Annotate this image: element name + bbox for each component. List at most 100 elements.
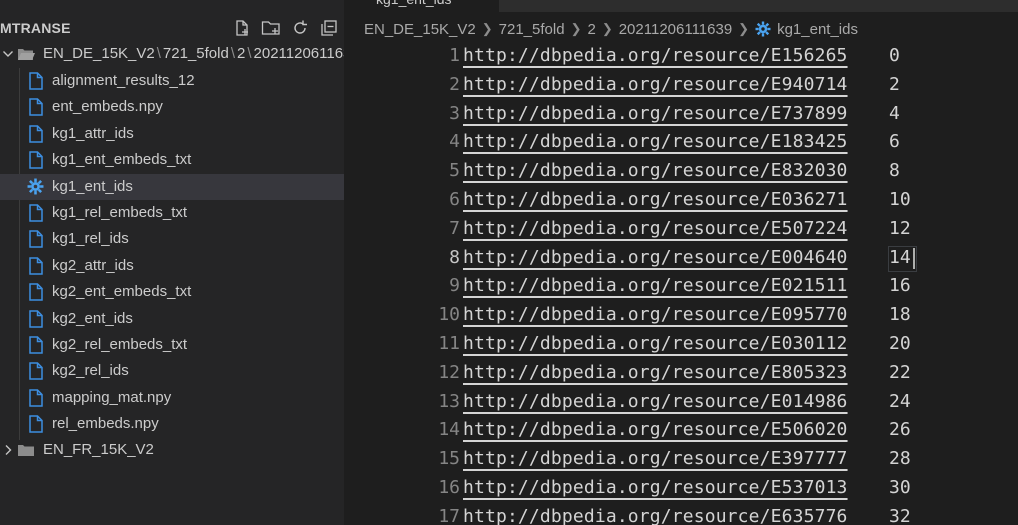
chevron-right-icon: ❯: [570, 21, 582, 36]
entity-id: 26: [889, 419, 911, 441]
text-cursor: [913, 247, 915, 269]
code-area[interactable]: 1 http://dbpedia.org/resource/E156265 0 2 ht…: [344, 41, 1018, 525]
tab-kg1-ent-ids[interactable]: kg1_ent_ids: [344, 0, 499, 12]
entity-id: 8: [889, 160, 900, 182]
file-name: alignment_results_12: [52, 72, 195, 89]
new-file-icon[interactable]: [232, 18, 252, 38]
code-line[interactable]: 12 http://dbpedia.org/resource/E805323 22: [344, 358, 1018, 387]
folder-row-en-de-15k-v2[interactable]: EN_DE_15K_V2\721_5fold\2\2021120611639..…: [0, 41, 344, 67]
path-sep: \: [230, 45, 235, 62]
code-line[interactable]: 6 http://dbpedia.org/resource/E036271 10: [344, 185, 1018, 214]
file-row[interactable]: rel_embeds.npy: [0, 411, 344, 437]
entity-id: 14: [889, 246, 911, 268]
entity-id: 30: [889, 476, 911, 498]
resource-link[interactable]: http://dbpedia.org/resource/E805323: [463, 362, 848, 383]
line-number: 13: [438, 390, 460, 412]
code-line[interactable]: 11 http://dbpedia.org/resource/E030112 20: [344, 329, 1018, 358]
file-row[interactable]: kg1_attr_ids: [0, 121, 344, 147]
code-line[interactable]: 1 http://dbpedia.org/resource/E156265 0: [344, 41, 1018, 70]
file-row[interactable]: ent_embeds.npy: [0, 94, 344, 120]
file-icon: [29, 257, 43, 275]
resource-link[interactable]: http://dbpedia.org/resource/E156265: [463, 45, 848, 66]
folder-name: EN_DE_15K_V2: [43, 45, 155, 62]
code-line[interactable]: 10 http://dbpedia.org/resource/E095770 18: [344, 300, 1018, 329]
line-number: 9: [449, 275, 460, 297]
folder-row-en-fr-15k-v2[interactable]: EN_FR_15K_V2: [0, 437, 344, 463]
resource-link[interactable]: http://dbpedia.org/resource/E506020: [463, 419, 848, 440]
file-icon: [29, 336, 43, 354]
file-row[interactable]: kg1_rel_ids: [0, 226, 344, 252]
code-line[interactable]: 3 http://dbpedia.org/resource/E737899 4: [344, 99, 1018, 128]
refresh-icon[interactable]: [290, 18, 310, 38]
breadcrumb-item[interactable]: 20211206111639: [619, 21, 732, 38]
path-sep: \: [156, 45, 161, 62]
breadcrumb-item[interactable]: kg1_ent_ids: [777, 21, 858, 38]
line-number: 3: [449, 102, 460, 124]
file-row[interactable]: kg2_rel_ids: [0, 358, 344, 384]
breadcrumb-item[interactable]: 2: [587, 21, 595, 38]
file-row[interactable]: kg1_rel_embeds_txt: [0, 200, 344, 226]
collapse-all-icon[interactable]: [319, 18, 339, 38]
file-row[interactable]: alignment_results_12: [0, 68, 344, 94]
new-folder-icon[interactable]: [261, 18, 281, 38]
file-icon: [29, 204, 43, 222]
entity-id: 28: [889, 448, 911, 470]
file-icon: [29, 230, 43, 249]
entity-id: 16: [889, 275, 911, 297]
code-line[interactable]: 2 http://dbpedia.org/resource/E940714 2: [344, 70, 1018, 99]
resource-link[interactable]: http://dbpedia.org/resource/E940714: [463, 74, 848, 95]
entity-id: 12: [889, 217, 911, 239]
code-line[interactable]: 17 http://dbpedia.org/resource/E635776 32: [344, 502, 1018, 525]
file-name: kg2_rel_ids: [52, 362, 129, 380]
resource-link[interactable]: http://dbpedia.org/resource/E030112: [463, 333, 848, 354]
breadcrumb: EN_DE_15K_V2 ❯ 721_5fold ❯ 2 ❯ 202112061…: [364, 18, 858, 40]
resource-link[interactable]: http://dbpedia.org/resource/E397777: [463, 448, 848, 469]
resource-link[interactable]: http://dbpedia.org/resource/E014986: [463, 391, 848, 412]
line-number: 8: [449, 246, 460, 268]
resource-link[interactable]: http://dbpedia.org/resource/E021511: [463, 275, 848, 296]
file-name: kg1_rel_ids: [52, 230, 129, 248]
resource-link[interactable]: http://dbpedia.org/resource/E537013: [463, 477, 848, 498]
file-row[interactable]: mapping_mat.npy: [0, 385, 344, 411]
folder-icon: [18, 445, 34, 456]
line-number: 12: [438, 361, 460, 383]
resource-link[interactable]: http://dbpedia.org/resource/E095770: [463, 304, 848, 325]
chevron-right-icon: ❯: [601, 21, 613, 36]
file-row[interactable]: kg1_ent_embeds_txt: [0, 147, 344, 173]
code-line[interactable]: 13 http://dbpedia.org/resource/E014986 24: [344, 387, 1018, 416]
chevron-down-icon: [3, 51, 13, 57]
line-number: 10: [438, 304, 460, 326]
file-row[interactable]: kg2_ent_embeds_txt: [0, 279, 344, 305]
path-sep: \: [247, 45, 252, 62]
resource-link[interactable]: http://dbpedia.org/resource/E507224: [463, 218, 848, 239]
resource-link[interactable]: http://dbpedia.org/resource/E635776: [463, 506, 848, 525]
code-line[interactable]: 7 http://dbpedia.org/resource/E507224 12: [344, 214, 1018, 243]
resource-link[interactable]: http://dbpedia.org/resource/E832030: [463, 160, 848, 181]
code-line[interactable]: 9 http://dbpedia.org/resource/E021511 16: [344, 271, 1018, 300]
line-number: 6: [449, 188, 460, 210]
file-row[interactable]: kg2_ent_ids: [0, 306, 344, 332]
code-line[interactable]: 5 http://dbpedia.org/resource/E832030 8: [344, 156, 1018, 185]
code-line[interactable]: 4 http://dbpedia.org/resource/E183425 6: [344, 127, 1018, 156]
code-line[interactable]: 8 http://dbpedia.org/resource/E004640 14: [344, 243, 1018, 272]
resource-link[interactable]: http://dbpedia.org/resource/E737899: [463, 103, 848, 124]
file-name: kg2_rel_embeds_txt: [52, 336, 188, 353]
file-row[interactable]: kg1_ent_ids: [0, 173, 344, 200]
code-line[interactable]: 14 http://dbpedia.org/resource/E506020 26: [344, 415, 1018, 444]
file-row[interactable]: kg2_attr_ids: [0, 253, 344, 279]
file-row[interactable]: kg2_rel_embeds_txt: [0, 332, 344, 358]
entity-id: 6: [889, 131, 900, 153]
entity-id: 10: [889, 188, 911, 210]
resource-link[interactable]: http://dbpedia.org/resource/E036271: [463, 189, 848, 210]
resource-link[interactable]: http://dbpedia.org/resource/E004640: [463, 247, 848, 268]
code-line[interactable]: 16 http://dbpedia.org/resource/E537013 30: [344, 473, 1018, 502]
breadcrumb-item[interactable]: 721_5fold: [499, 21, 565, 38]
entity-id: 24: [889, 390, 911, 412]
breadcrumb-item[interactable]: EN_DE_15K_V2: [364, 21, 476, 38]
code-line[interactable]: 15 http://dbpedia.org/resource/E397777 28: [344, 444, 1018, 473]
resource-link[interactable]: http://dbpedia.org/resource/E183425: [463, 131, 848, 152]
entity-id: 22: [889, 361, 911, 383]
file-icon: [29, 415, 43, 433]
gear-icon: [27, 178, 44, 195]
line-number: 16: [438, 476, 460, 498]
